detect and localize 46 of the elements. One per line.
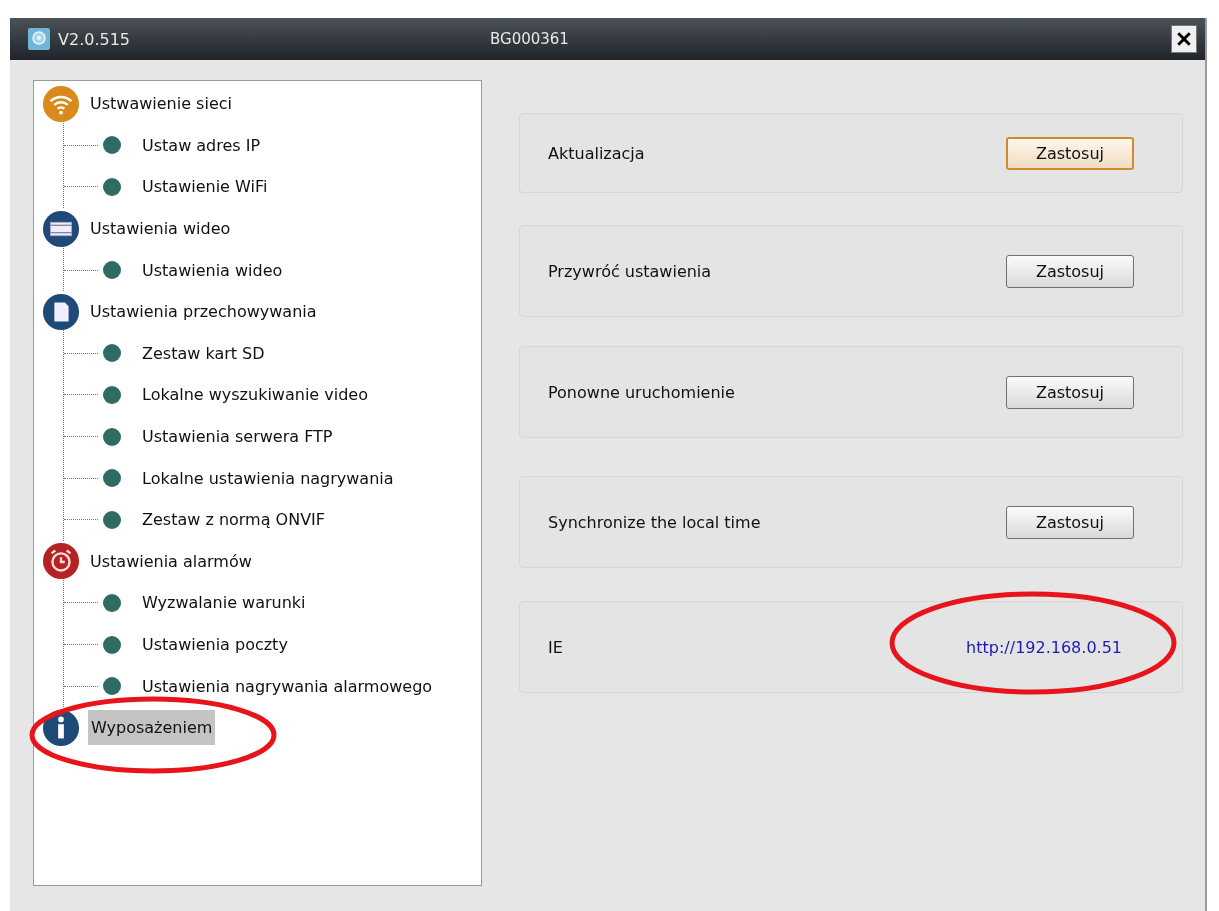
tree-item[interactable]: Lokalne ustawienia nagrywania [140, 465, 396, 491]
tree-item[interactable]: Ustawienia nagrywania alarmowego [140, 673, 435, 699]
bullet-dot-icon [102, 260, 122, 281]
setting-label: Synchronize the local time [548, 512, 761, 532]
bullet-dot-icon [102, 676, 122, 697]
tree-item[interactable]: Zestaw z normą ONVIF [140, 507, 327, 533]
tree-item[interactable]: Ustaw adres IP [140, 132, 263, 158]
tree-item[interactable]: Ustawienie WiFi [140, 174, 270, 200]
setting-label: Ponowne uruchomienie [548, 382, 735, 402]
apply-button[interactable]: Zastosuj [1006, 136, 1134, 170]
bullet-dot-icon [102, 634, 122, 655]
bullet-dot-icon [102, 509, 122, 530]
apply-button[interactable]: Zastosuj [1006, 254, 1134, 288]
tree-item[interactable]: Zestaw kart SD [140, 340, 267, 366]
sd-card-icon [42, 292, 80, 331]
bullet-dot-icon [102, 426, 122, 447]
tree-category-item[interactable]: Ustwawienie sieci [88, 91, 234, 117]
tree-category-item[interactable]: Ustawienia przechowywania [88, 299, 319, 325]
bullet-dot-icon [102, 384, 122, 405]
alarm-clock-icon [42, 542, 80, 581]
tree-item[interactable]: Lokalne wyszukiwanie video [140, 382, 370, 408]
version-label: V2.0.515 [58, 29, 130, 49]
close-button[interactable] [1171, 25, 1197, 53]
close-icon [1176, 31, 1192, 47]
ip-address-link[interactable]: http://192.168.0.51 [966, 637, 1122, 657]
setting-label: IE [548, 637, 563, 657]
apply-button[interactable]: Zastosuj [1006, 375, 1134, 409]
setting-label: Aktualizacja [548, 143, 645, 163]
wifi-icon [42, 84, 80, 123]
bullet-dot-icon [102, 135, 122, 156]
bullet-dot-icon [102, 343, 122, 364]
apply-button[interactable]: Zastosuj [1006, 505, 1134, 539]
bullet-dot-icon [102, 177, 122, 197]
tree-category-item[interactable]: Wyposażeniem [88, 710, 216, 746]
bullet-dot-icon [102, 592, 122, 613]
device-id: BG000361 [490, 30, 569, 48]
tree-item[interactable]: Ustawienia serwera FTP [140, 424, 335, 450]
setting-label: Przywróć ustawienia [548, 261, 712, 281]
camera-app-icon [28, 28, 50, 50]
tree-category-item[interactable]: Ustawienia wideo [88, 216, 233, 242]
tree-item[interactable]: Ustawienia poczty [140, 632, 290, 657]
tree-item[interactable]: Wyzwalanie warunki [140, 590, 308, 616]
bullet-dot-icon [102, 468, 122, 489]
tree-category-item[interactable]: Ustawienia alarmów [88, 548, 254, 574]
tree-item[interactable]: Ustawienia wideo [140, 257, 285, 283]
film-icon [42, 209, 80, 248]
